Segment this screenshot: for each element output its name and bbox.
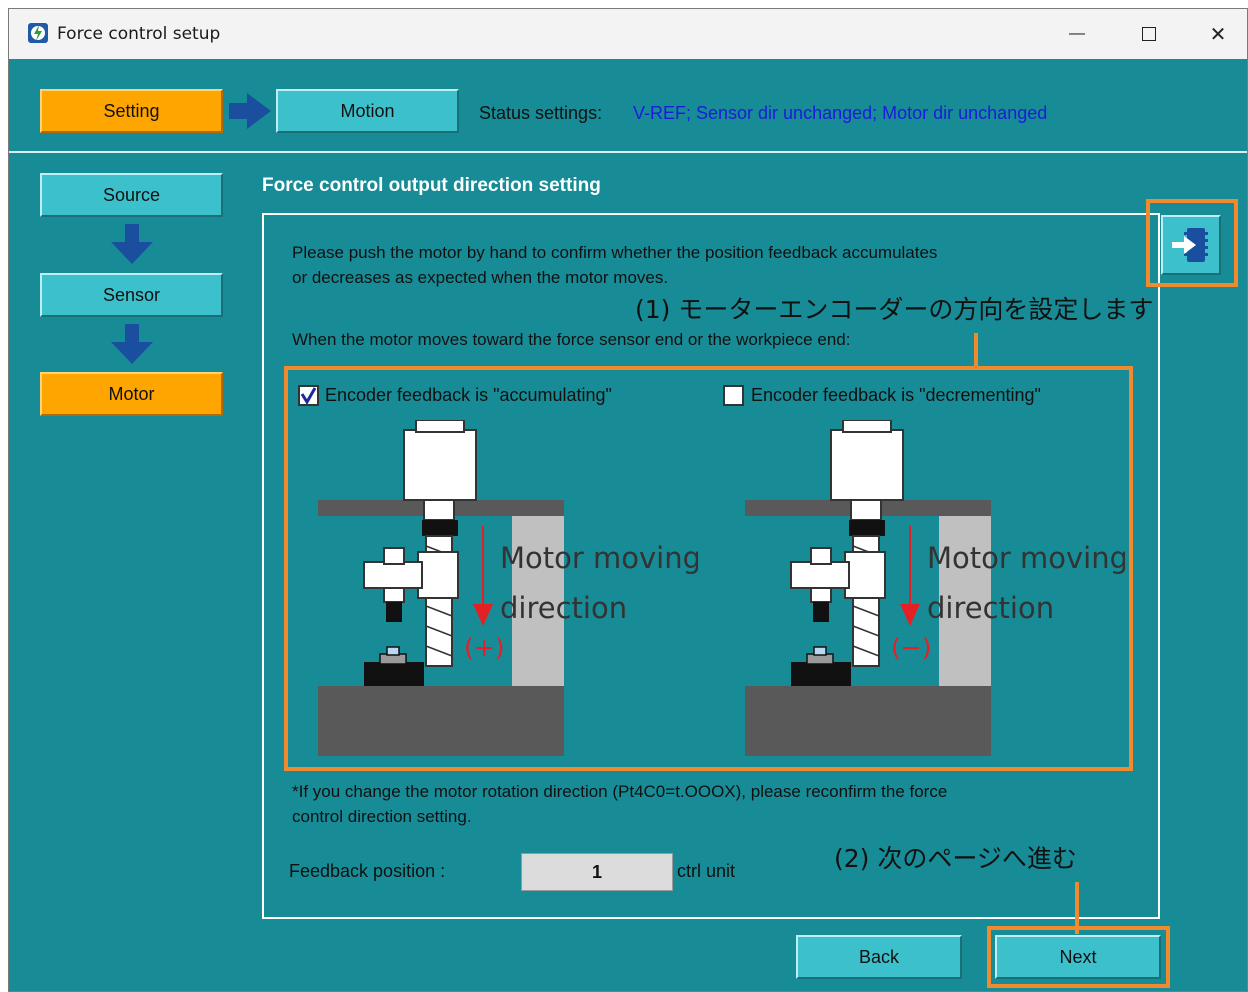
sidebar-item-label: Motor — [108, 383, 155, 404]
arrow-right-icon — [229, 93, 271, 129]
status-label: Status settings: — [479, 103, 603, 123]
sidebar-item-sensor[interactable]: Sensor — [40, 273, 223, 317]
sidebar-item-motor[interactable]: Motor — [40, 372, 223, 416]
instruction-line-2: or decreases as expected when the motor … — [292, 268, 669, 287]
annotation-box-next — [987, 926, 1170, 988]
caption-line-1: Motor moving — [927, 541, 1125, 575]
note-line-2: control direction setting. — [292, 807, 472, 826]
note-line-1: *If you change the motor rotation direct… — [292, 782, 948, 801]
close-icon: ✕ — [1209, 23, 1227, 46]
back-button[interactable]: Back — [796, 935, 962, 979]
header-divider — [9, 151, 1247, 153]
accumulating-label[interactable]: Encoder feedback is "accumulating" — [325, 385, 612, 406]
feedback-unit-label: ctrl unit — [677, 861, 736, 881]
annotation-note-1: (1) モーターエンコーダーの方向を設定します — [635, 295, 1154, 324]
caption-line-2: direction — [927, 591, 1054, 625]
window-title: Force control setup — [57, 24, 221, 44]
accumulating-checkbox[interactable] — [298, 385, 319, 406]
close-button[interactable]: ✕ — [1195, 17, 1241, 51]
sidebar-item-label: Source — [102, 184, 161, 205]
feedback-position-value: 1 — [591, 861, 602, 882]
direction-sign: (+) — [464, 633, 504, 662]
annotation-box-export — [1146, 199, 1238, 287]
status-value: V-REF; Sensor dir unchanged; Motor dir u… — [633, 103, 1048, 123]
annotation-leader-1 — [974, 333, 978, 367]
minimize-button[interactable]: — — [1054, 17, 1100, 51]
checkmark-icon — [300, 387, 317, 405]
caption-line-2: direction — [500, 591, 627, 625]
step-setting[interactable]: Setting — [40, 89, 223, 133]
decrementing-label[interactable]: Encoder feedback is "decrementing" — [751, 385, 1041, 406]
maximize-icon — [1142, 27, 1156, 41]
feedback-position-field: 1 — [521, 853, 673, 891]
step-motion[interactable]: Motion — [276, 89, 459, 133]
annotation-note-2: (2) 次のページへ進む — [834, 844, 1077, 873]
direction-sign: (−) — [891, 633, 931, 662]
arrow-down-icon — [111, 224, 153, 264]
section-title: Force control output direction setting — [262, 175, 601, 196]
step-motion-label: Motion — [340, 100, 395, 121]
caption-line-1: Motor moving — [500, 541, 698, 575]
app-logo-icon — [28, 23, 48, 43]
condition-text: When the motor moves toward the force se… — [292, 330, 851, 349]
title-bar: Force control setup — ✕ — [9, 9, 1247, 59]
arrow-down-icon — [111, 324, 153, 364]
diagram-accumulating: Motor moving direction (+) — [318, 420, 698, 756]
step-setting-label: Setting — [103, 100, 160, 121]
minimize-icon: — — [1069, 25, 1085, 42]
sidebar-item-label: Sensor — [102, 284, 161, 305]
back-button-label: Back — [858, 946, 900, 967]
sidebar-item-source[interactable]: Source — [40, 173, 223, 217]
window: Force control setup — ✕ Setting Motion S… — [8, 8, 1248, 992]
decrementing-checkbox[interactable] — [723, 385, 744, 406]
instruction-line-1: Please push the motor by hand to confirm… — [292, 243, 938, 262]
feedback-position-label: Feedback position : — [289, 861, 446, 881]
maximize-button[interactable] — [1126, 17, 1172, 51]
diagram-decrementing: Motor moving direction (−) — [745, 420, 1125, 756]
